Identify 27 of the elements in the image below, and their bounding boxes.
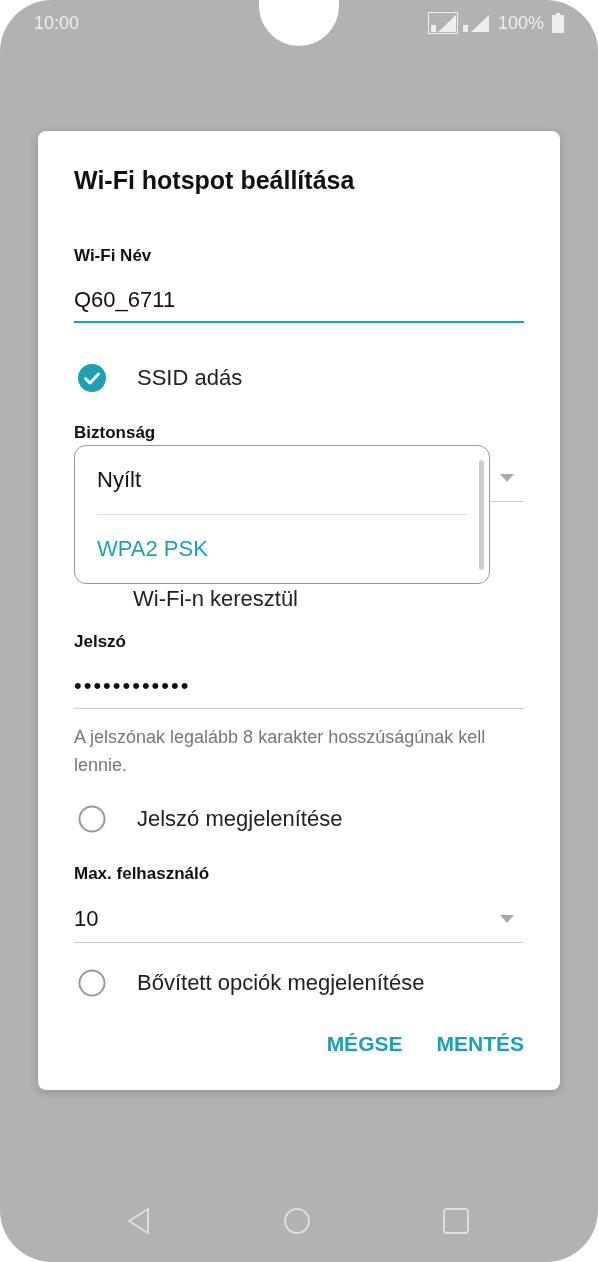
sim-signal-icon bbox=[427, 12, 458, 34]
field-label: Wi-Fi Név bbox=[74, 246, 153, 266]
dialog-title: Wi-Fi hotspot beállítása bbox=[74, 165, 356, 195]
option-label: Wi-Fi-n keresztül bbox=[133, 587, 298, 611]
caret-icon bbox=[500, 915, 514, 923]
radio-button[interactable] bbox=[78, 805, 106, 833]
option-label: SSID adás bbox=[137, 365, 243, 391]
helper-text: A jelszónak legalább 8 karakter hosszúságúnak kell lennie. bbox=[74, 726, 487, 777]
sim-signal-icon bbox=[461, 12, 490, 34]
radio-button[interactable] bbox=[78, 969, 106, 997]
checked-checkbox[interactable] bbox=[78, 364, 106, 392]
input-field[interactable]: Q60_6711 bbox=[74, 278, 524, 323]
option-label: Bővített opciók megjelenítése bbox=[137, 970, 425, 996]
battery-icon bbox=[552, 13, 564, 33]
home-icon[interactable] bbox=[283, 1207, 311, 1235]
field-label: Biztonság bbox=[74, 423, 157, 443]
caret-icon bbox=[500, 474, 514, 482]
field-label: Max. felhasználó bbox=[74, 864, 211, 884]
clock: 10:00 bbox=[34, 12, 80, 34]
battery-level: 100% bbox=[497, 12, 544, 34]
field-label: Jelszó bbox=[74, 632, 127, 652]
dropdown-option[interactable]: Nyílt bbox=[97, 446, 467, 514]
back-icon[interactable] bbox=[126, 1207, 152, 1235]
recent-apps-icon[interactable] bbox=[442, 1207, 470, 1235]
dropdown-field[interactable]: 10 bbox=[74, 896, 524, 943]
option-label: Jelszó megjelenítése bbox=[137, 806, 343, 832]
password-field[interactable]: •••••••••••• bbox=[74, 664, 524, 709]
